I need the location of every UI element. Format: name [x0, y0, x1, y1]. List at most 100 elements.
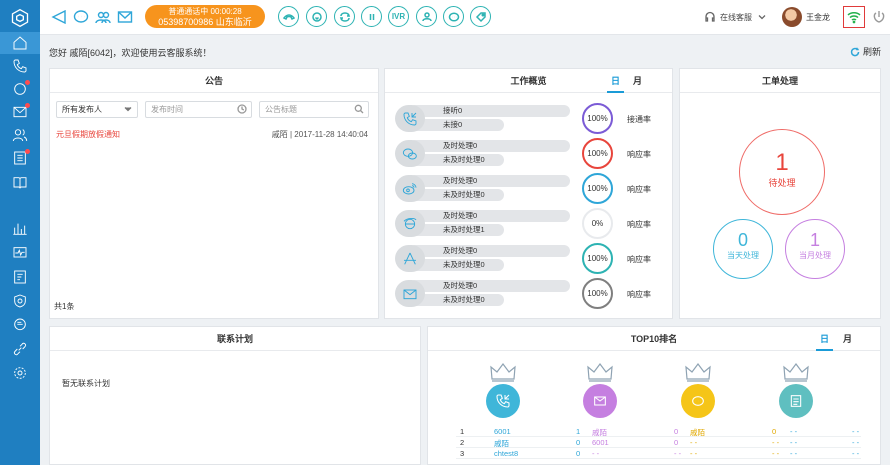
overview-line1: 及时处理0: [409, 175, 570, 187]
top10-tab-day[interactable]: 日: [816, 327, 834, 351]
overview-stats: 及时处理0 未及时处理0: [395, 245, 570, 272]
email-icon: [395, 280, 425, 307]
transfer-button[interactable]: [334, 6, 355, 27]
agent-value: - -: [772, 438, 780, 447]
send-icon[interactable]: [51, 9, 67, 25]
book-icon[interactable]: [4, 172, 36, 194]
announcement-panel: 公告 所有发布人 发布时间 公告标题 元旦假期放假通知 戚陌 | 2017-11…: [49, 68, 379, 319]
rate-label: 响应率: [627, 255, 651, 264]
call-status-line1: 普通通话中 00:00:28: [168, 7, 242, 16]
rank-number: 3: [460, 449, 465, 458]
overview-stats: 及时处理0 未及时处理0: [395, 175, 570, 202]
agent-value: - -: [772, 449, 780, 458]
overview-row: 及时处理0 未及时处理0 100% 响应率: [395, 138, 670, 169]
contact-plan-panel: 联系计划 暂无联系计划: [49, 326, 421, 465]
tab-month[interactable]: 月: [633, 69, 642, 93]
pending-tickets[interactable]: 1 待处理: [739, 129, 825, 215]
agent-name: - -: [790, 438, 798, 447]
today-tickets[interactable]: 0 当天处理: [713, 219, 773, 279]
month-tickets[interactable]: 1 当月处理: [785, 219, 845, 279]
chevron-down-icon: [758, 15, 766, 20]
today-label: 当天处理: [727, 251, 759, 260]
overview-line1: 及时处理0: [409, 210, 570, 222]
hold-button[interactable]: [306, 6, 327, 27]
envelope-icon[interactable]: [117, 10, 133, 24]
overview-stats: 及时处理0 未及时处理0: [395, 280, 570, 307]
agent-value: - -: [852, 449, 860, 458]
network-status-button[interactable]: [843, 6, 865, 28]
publisher-select[interactable]: 所有发布人: [56, 101, 138, 118]
overview-line1: 接听0: [409, 105, 570, 117]
announcement-title: 公告: [50, 69, 378, 93]
agent-value: - -: [852, 438, 860, 447]
contact-plan-title: 联系计划: [50, 327, 420, 351]
rate-label: 响应率: [627, 220, 651, 229]
power-icon[interactable]: [872, 10, 886, 24]
rate-ring: 100%: [582, 103, 613, 134]
top10-tab-month[interactable]: 月: [843, 327, 852, 351]
chat-bubble-icon[interactable]: [73, 10, 89, 24]
refresh-label: 刷新: [863, 47, 882, 57]
publish-date-input[interactable]: 发布时间: [145, 101, 252, 118]
mail-icon[interactable]: [4, 101, 36, 123]
agent-value: 0: [674, 438, 679, 447]
sms-button[interactable]: [443, 6, 464, 27]
list-icon[interactable]: [4, 147, 36, 169]
overview-row: 及时处理0 未及时处理0 100% 响应率: [395, 243, 670, 274]
rate-ring: 100%: [582, 138, 613, 169]
bar-chart-icon[interactable]: [4, 218, 36, 240]
app-logo-icon[interactable]: [6, 6, 34, 30]
agent-status-select[interactable]: 在线客服: [704, 11, 768, 23]
list-badge: [25, 149, 30, 154]
chat-icon[interactable]: [4, 78, 36, 100]
phone-icon[interactable]: [4, 55, 36, 77]
pending-label: 待处理: [768, 178, 796, 188]
rate-label: 响应率: [627, 185, 651, 194]
message-icon[interactable]: [4, 314, 36, 336]
refresh-button[interactable]: 刷新: [850, 45, 881, 58]
refresh-icon: [850, 47, 860, 56]
rate-ring: 100%: [582, 278, 613, 309]
announcement-search-input[interactable]: 公告标题: [259, 101, 369, 118]
home-icon[interactable]: [0, 32, 40, 54]
hangup-button[interactable]: [278, 6, 299, 27]
user-name[interactable]: 王金龙: [806, 12, 830, 23]
settings-icon[interactable]: [4, 362, 36, 384]
group-icon[interactable]: [95, 10, 111, 24]
month-count: 1: [809, 230, 820, 250]
pause-button[interactable]: [361, 6, 382, 27]
work-overview-title: 工作概览: [510, 76, 547, 86]
today-count: 0: [737, 230, 748, 250]
monitor-icon[interactable]: [4, 242, 36, 264]
consult-button[interactable]: [416, 6, 437, 27]
crown-icon: [782, 361, 810, 383]
clock-icon: [237, 104, 247, 114]
agent-name: - -: [690, 449, 698, 458]
top10-title: TOP10排名: [630, 334, 678, 344]
contact-plan-empty: 暂无联系计划: [62, 379, 110, 388]
avatar[interactable]: [782, 7, 802, 27]
announcement-item-title[interactable]: 元旦假期放假通知: [56, 129, 120, 140]
ticket-title: 工单处理: [680, 69, 880, 93]
call-status-pill[interactable]: 普通通话中 00:00:28 05398700986 山东临沂: [145, 5, 265, 28]
contacts-icon[interactable]: [4, 124, 36, 146]
agent-status-label: 在线客服: [720, 12, 752, 22]
tab-day[interactable]: 日: [607, 69, 625, 93]
top-toolbar: 普通通话中 00:00:28 05398700986 山东临沂 IVR 在线客服…: [40, 0, 890, 35]
report-icon[interactable]: [4, 266, 36, 288]
overview-row: 及时处理0 未及时处理0 100% 响应率: [395, 173, 670, 204]
shield-icon[interactable]: [4, 290, 36, 312]
rate-ring: 0%: [582, 208, 613, 239]
weibo-icon: [395, 175, 425, 202]
mail-badge: [25, 103, 30, 108]
top10-header: TOP10排名 日 月: [428, 327, 880, 351]
rank-number: 2: [460, 438, 465, 447]
ivr-button[interactable]: IVR: [388, 6, 409, 27]
ticket-panel: 工单处理 1 待处理 0 当天处理 1 当月处理: [679, 68, 881, 319]
rank-number: 1: [460, 427, 465, 436]
agent-value: 0: [576, 438, 581, 447]
tag-button[interactable]: [470, 6, 491, 27]
mail-icon: [583, 384, 617, 418]
agent-name: 6001: [494, 427, 511, 436]
link-icon[interactable]: [4, 338, 36, 360]
